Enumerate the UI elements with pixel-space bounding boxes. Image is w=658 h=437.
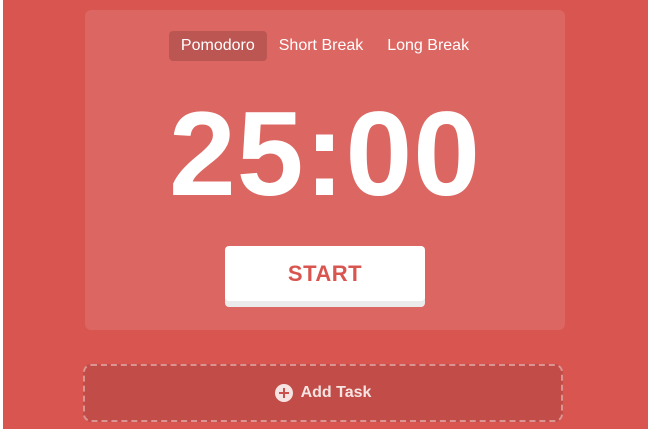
start-button[interactable]: START <box>225 246 425 301</box>
app-viewport: Pomodoro Short Break Long Break 25:00 ST… <box>3 0 648 429</box>
tab-long-break[interactable]: Long Break <box>375 31 481 61</box>
timer-card: Pomodoro Short Break Long Break 25:00 ST… <box>85 10 565 330</box>
timer-display: 25:00 <box>169 87 481 221</box>
mode-tabs: Pomodoro Short Break Long Break <box>85 31 565 61</box>
tab-short-break[interactable]: Short Break <box>267 31 375 61</box>
add-task-label: Add Task <box>300 384 372 401</box>
add-task-button[interactable]: Add Task <box>83 364 563 422</box>
plus-circle-icon <box>274 384 293 402</box>
tab-pomodoro[interactable]: Pomodoro <box>168 31 267 61</box>
